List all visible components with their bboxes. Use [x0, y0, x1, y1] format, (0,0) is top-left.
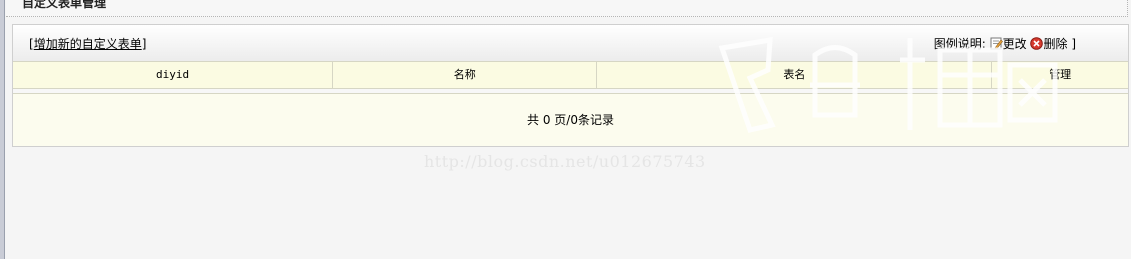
add-form-container: [增加新的自定义表单] [29, 35, 146, 52]
column-header-diyid: diyid [13, 62, 334, 88]
watermark-logo-icon [718, 37, 1058, 133]
watermark-url: http://blog.csdn.net/u012675743 [424, 152, 706, 171]
legend-close: ] [1071, 37, 1076, 51]
window-left-border [0, 0, 5, 259]
column-header-name: 名称 [333, 62, 598, 88]
bracket-close: ] [141, 37, 147, 51]
page-title: 自定义表单管理 [22, 0, 107, 10]
add-form-link[interactable]: 增加新的自定义表单 [34, 37, 142, 51]
title-bar: 自定义表单管理 [6, 0, 1128, 17]
